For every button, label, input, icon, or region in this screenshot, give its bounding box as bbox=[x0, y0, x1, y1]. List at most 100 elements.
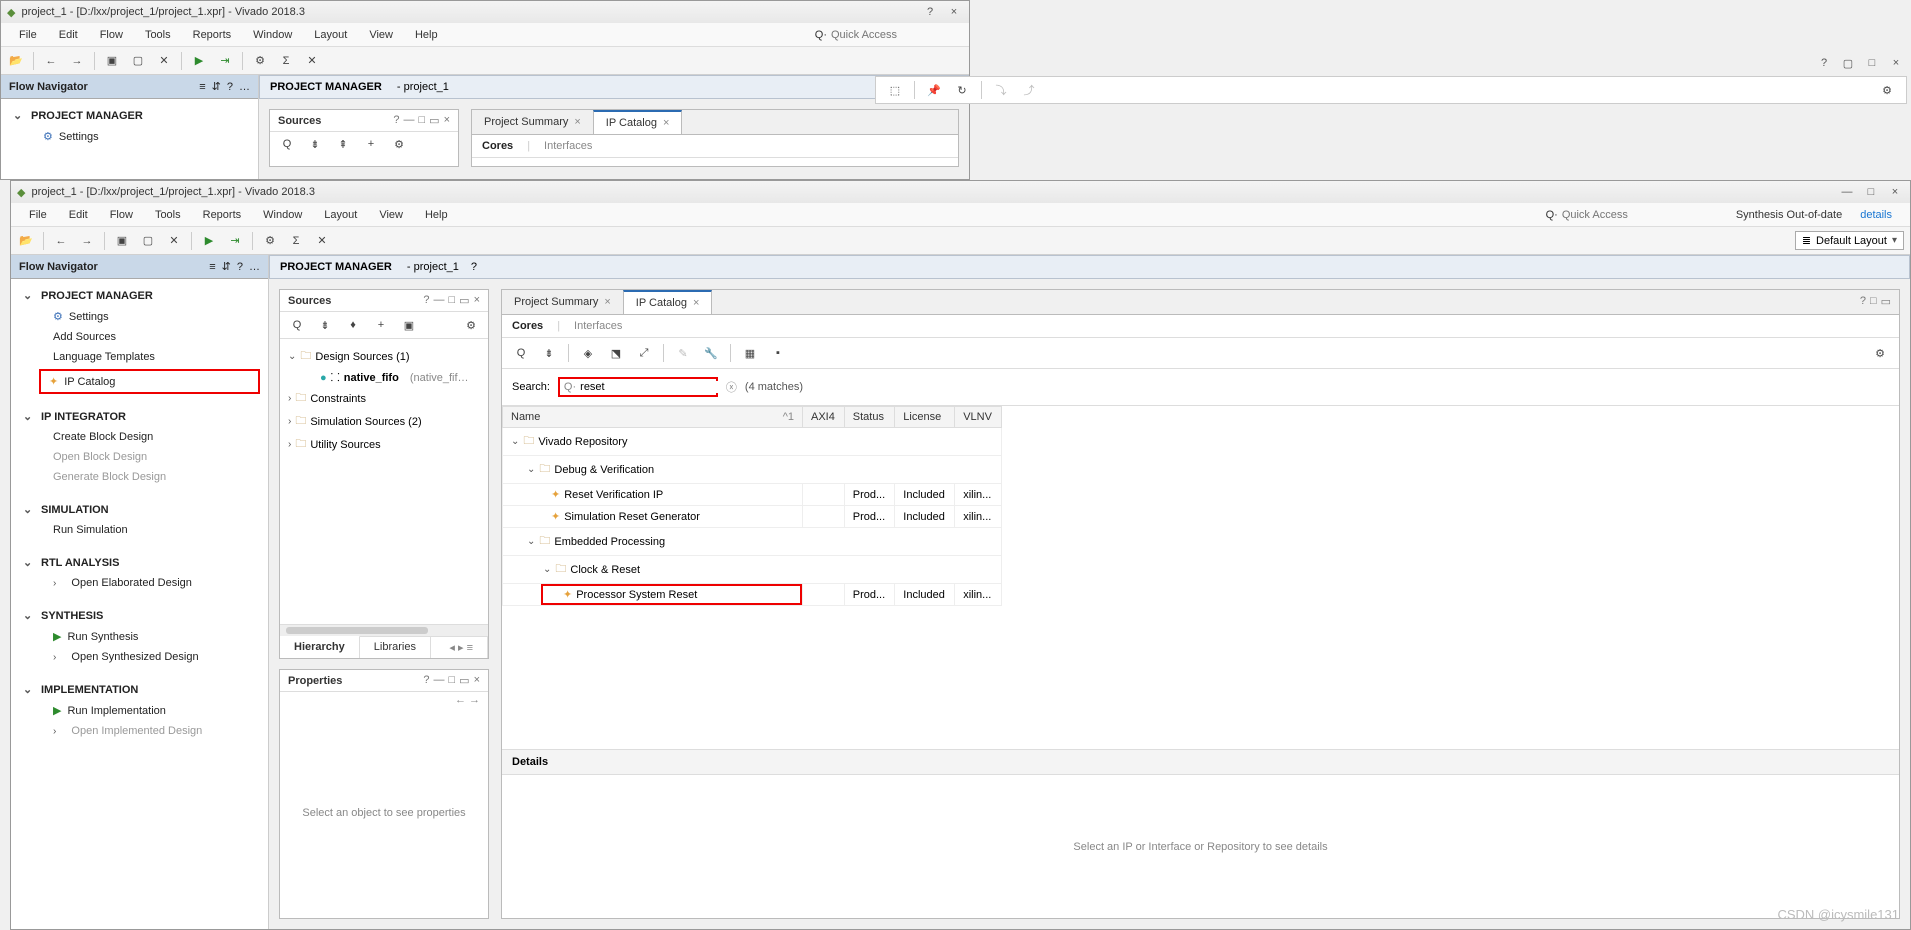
cancel-icon[interactable]: ✕ bbox=[155, 52, 173, 70]
cancel-icon[interactable]: ✕ bbox=[165, 232, 183, 250]
horizontal-scrollbar[interactable] bbox=[280, 624, 488, 636]
add-icon[interactable]: + bbox=[362, 135, 380, 153]
tab-cores[interactable]: Cores bbox=[512, 320, 543, 332]
search-icon[interactable]: Q bbox=[512, 344, 530, 362]
stop-icon[interactable]: ⬚ bbox=[886, 81, 904, 99]
nav-ip-catalog[interactable]: ✦IP Catalog bbox=[39, 369, 260, 394]
close-icon[interactable]: × bbox=[693, 297, 699, 309]
open-icon[interactable]: 📂 bbox=[17, 232, 35, 250]
menu-tools[interactable]: Tools bbox=[135, 26, 181, 44]
step-into-icon[interactable]: ⤴ bbox=[1020, 81, 1038, 99]
step-over-icon[interactable]: ⤵ bbox=[992, 81, 1010, 99]
nav-rtl-analysis[interactable]: ⌄RTL ANALYSIS bbox=[11, 552, 268, 573]
help-icon[interactable]: ? bbox=[423, 294, 429, 307]
maximize-icon[interactable]: □ bbox=[1863, 54, 1881, 72]
nav-project-manager[interactable]: ⌄PROJECT MANAGER bbox=[1, 105, 258, 126]
tab-libraries[interactable]: Libraries bbox=[360, 637, 431, 658]
restore-icon[interactable]: ▢ bbox=[1839, 54, 1857, 72]
gear-icon[interactable]: ⚙ bbox=[251, 52, 269, 70]
close-icon[interactable]: × bbox=[474, 294, 480, 307]
search-input[interactable] bbox=[580, 381, 722, 393]
nav-ip-integrator[interactable]: ⌄IP INTEGRATOR bbox=[11, 406, 268, 427]
close-icon[interactable]: × bbox=[444, 114, 450, 127]
step-icon[interactable]: ⇥ bbox=[216, 52, 234, 70]
cancel2-icon[interactable]: ✕ bbox=[303, 52, 321, 70]
run-icon[interactable]: ▶ bbox=[200, 232, 218, 250]
menu-reports[interactable]: Reports bbox=[193, 206, 252, 224]
search-box[interactable]: Q· bbox=[558, 377, 718, 397]
nav-implementation[interactable]: ⌄IMPLEMENTATION bbox=[11, 679, 268, 700]
expand-icon[interactable]: ♦ bbox=[344, 316, 362, 334]
tab-hierarchy[interactable]: Hierarchy bbox=[280, 635, 360, 658]
search-icon[interactable]: Q bbox=[288, 316, 306, 334]
restore-icon[interactable]: ▭ bbox=[1881, 295, 1891, 309]
nav-add-sources[interactable]: Add Sources bbox=[11, 327, 268, 347]
clear-search-icon[interactable]: ⓧ bbox=[726, 379, 737, 395]
group-icon[interactable]: ⤢ bbox=[635, 344, 653, 362]
back-icon[interactable]: ← bbox=[42, 52, 60, 70]
maximize-icon[interactable]: □ bbox=[449, 294, 456, 307]
menu-file[interactable]: File bbox=[9, 26, 47, 44]
nav-settings[interactable]: ⚙Settings bbox=[1, 126, 258, 147]
titlebar[interactable]: ◆ project_1 - [D:/lxx/project_1/project_… bbox=[11, 181, 1910, 203]
forward-icon[interactable]: → bbox=[68, 52, 86, 70]
menu-tools[interactable]: Tools bbox=[145, 206, 191, 224]
refresh-icon[interactable]: ↻ bbox=[953, 81, 971, 99]
tree-native-fifo[interactable]: ●⸬native_fifo (native_fif… bbox=[288, 368, 480, 387]
nav-open-synthesized-design[interactable]: › Open Synthesized Design bbox=[11, 647, 268, 667]
col-status[interactable]: Status bbox=[844, 407, 895, 428]
minimize-icon[interactable]: — bbox=[434, 674, 445, 687]
menu-edit[interactable]: Edit bbox=[49, 26, 88, 44]
restore-icon[interactable]: ▭ bbox=[459, 294, 469, 307]
maximize-icon[interactable]: □ bbox=[1870, 295, 1877, 309]
restore-icon[interactable]: ▭ bbox=[429, 114, 439, 127]
minimize-icon[interactable]: — bbox=[434, 294, 445, 307]
open-icon[interactable]: 📂 bbox=[7, 52, 25, 70]
menu-flow[interactable]: Flow bbox=[90, 26, 133, 44]
table-row-processor-system-reset[interactable]: ✦Processor System ResetProd...Includedxi… bbox=[503, 584, 1002, 606]
help-icon[interactable]: ? bbox=[423, 674, 429, 687]
tab-project-summary[interactable]: Project Summary× bbox=[472, 110, 593, 134]
collapse-icon[interactable]: ⇟ bbox=[306, 135, 324, 153]
menu-file[interactable]: File bbox=[19, 206, 57, 224]
gear-icon[interactable]: ⚙ bbox=[1878, 81, 1896, 99]
nav-settings[interactable]: ⚙Settings bbox=[11, 306, 268, 327]
table-row[interactable]: ⌄🗀Vivado Repository bbox=[503, 428, 1002, 456]
table-row[interactable]: ⌄🗀Clock & Reset bbox=[503, 556, 1002, 584]
cancel2-icon[interactable]: ✕ bbox=[313, 232, 331, 250]
layout-dropdown[interactable]: ≣ Default Layout ▾ bbox=[1795, 231, 1904, 250]
menu-view[interactable]: View bbox=[369, 206, 413, 224]
restore-icon[interactable]: ▭ bbox=[459, 674, 469, 687]
minimize-icon[interactable]: — bbox=[1838, 183, 1856, 201]
col-axi4[interactable]: AXI4 bbox=[803, 407, 845, 428]
expand-icon[interactable]: ⇵ bbox=[212, 80, 221, 93]
nav-run-synthesis[interactable]: ▶Run Synthesis bbox=[11, 626, 268, 647]
menu-layout[interactable]: Layout bbox=[314, 206, 367, 224]
tab-ip-catalog[interactable]: IP Catalog× bbox=[593, 110, 683, 134]
collapse-icon[interactable]: ⇟ bbox=[540, 344, 558, 362]
menu-reports[interactable]: Reports bbox=[183, 26, 242, 44]
tree-icon[interactable]: ⬔ bbox=[607, 344, 625, 362]
list-icon[interactable]: ▪ bbox=[769, 344, 787, 362]
nav-project-manager[interactable]: ⌄PROJECT MANAGER bbox=[11, 285, 268, 306]
menu-layout[interactable]: Layout bbox=[304, 26, 357, 44]
minimize-icon[interactable]: — bbox=[404, 114, 415, 127]
info-icon[interactable]: ◈ bbox=[579, 344, 597, 362]
tab-interfaces[interactable]: Interfaces bbox=[574, 320, 622, 332]
titlebar[interactable]: ◆ project_1 - [D:/lxx/project_1/project_… bbox=[1, 1, 969, 23]
nav-run-implementation[interactable]: ▶Run Implementation bbox=[11, 700, 268, 721]
table-row[interactable]: ⌄🗀Debug & Verification bbox=[503, 456, 1002, 484]
maximize-icon[interactable]: □ bbox=[1862, 183, 1880, 201]
nav-simulation[interactable]: ⌄SIMULATION bbox=[11, 499, 268, 520]
nav-language-templates[interactable]: Language Templates bbox=[11, 347, 268, 367]
maximize-icon[interactable]: □ bbox=[449, 674, 456, 687]
help-icon[interactable]: ? bbox=[921, 3, 939, 21]
collapse-icon[interactable]: ≡ bbox=[209, 261, 215, 273]
wrench-icon[interactable]: 🔧 bbox=[702, 344, 720, 362]
quick-access-input[interactable] bbox=[1562, 209, 1682, 221]
table-row[interactable]: ✦Reset Verification IPProd...Includedxil… bbox=[503, 484, 1002, 506]
tab-project-summary[interactable]: Project Summary× bbox=[502, 290, 623, 314]
close-icon[interactable]: × bbox=[945, 3, 963, 21]
board-icon[interactable]: ▦ bbox=[741, 344, 759, 362]
menu-view[interactable]: View bbox=[359, 26, 403, 44]
